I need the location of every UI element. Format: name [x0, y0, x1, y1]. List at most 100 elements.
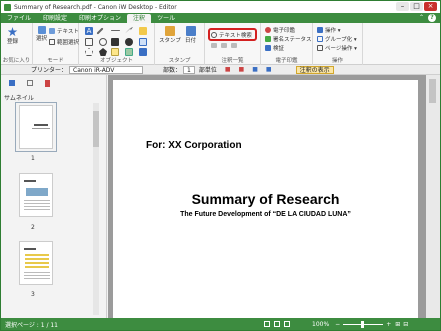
ellipse-icon[interactable]: [99, 38, 107, 46]
help-icon[interactable]: ?: [428, 14, 436, 22]
scrollbar-thumb[interactable]: [93, 111, 99, 147]
printer-select[interactable]: Canon iR-ADV: [69, 65, 144, 74]
group-mode-label: モード: [47, 58, 64, 64]
document-scrollbar[interactable]: [426, 75, 440, 318]
sticky-note-icon[interactable]: [111, 48, 119, 56]
stamp-icon: [164, 26, 175, 36]
digital-seal-button[interactable]: 電子印鑑: [265, 26, 295, 34]
verify-icon: [265, 45, 271, 51]
thumbnail-number: 2: [31, 224, 35, 231]
group-object-label: オブジェクト: [99, 58, 133, 64]
zoom-out-icon[interactable]: −: [335, 321, 340, 328]
zoom-slider[interactable]: [343, 320, 384, 328]
filled-polygon-icon[interactable]: [99, 48, 107, 56]
thumbnail-scrollbar[interactable]: [93, 103, 99, 315]
window-title: Summary of Research.pdf - Canon iW Deskt…: [14, 3, 177, 11]
fit-width-status-icon[interactable]: ⊟: [403, 321, 408, 328]
two-page-icon[interactable]: [274, 321, 281, 327]
editor-window: Summary of Research.pdf - Canon iW Deskt…: [0, 0, 441, 331]
rectangle-icon[interactable]: [85, 38, 93, 46]
polygon-icon[interactable]: [85, 48, 93, 56]
page-ops-icon: [317, 45, 323, 51]
thumbnail-heading-line: [24, 248, 36, 250]
thumbnail-table: [25, 254, 49, 268]
thumbnail-page-2[interactable]: [19, 173, 53, 217]
group-operation-label: 操作: [331, 58, 343, 64]
fit-width-icon[interactable]: ■: [239, 66, 245, 73]
close-button[interactable]: ×: [424, 2, 437, 11]
date-stamp-icon: [185, 26, 196, 36]
text-annotation-icon[interactable]: A: [85, 27, 93, 35]
minimize-button[interactable]: –: [396, 2, 409, 11]
pen-icon[interactable]: [96, 27, 104, 35]
group-object: A オブジェクト: [79, 23, 155, 65]
zoom-in-icon[interactable]: +: [386, 321, 391, 328]
document-page: For: XX Corporation Summary of Research …: [113, 80, 418, 320]
doc-title: Summary of Research: [191, 191, 340, 207]
single-page-icon[interactable]: [264, 321, 271, 327]
zoom-icon[interactable]: ■: [266, 66, 272, 73]
thumbnail-page-3[interactable]: [19, 241, 53, 285]
thumbnail-photo: [26, 188, 48, 196]
maximize-button[interactable]: □: [410, 2, 423, 11]
print-toolbar: プリンター： Canon iR-ADV 部数： 1 部単位 ■ ■ ■ ■ 注釈…: [1, 65, 440, 75]
list-filter-icon[interactable]: [231, 43, 237, 48]
page-ops-button[interactable]: ページ操作 ▾: [317, 44, 357, 52]
image-icon[interactable]: [125, 48, 133, 56]
thumbnail-page-1[interactable]: [19, 105, 53, 149]
operate-button[interactable]: 操作 ▾: [317, 26, 341, 34]
tab-print-options[interactable]: 印刷オプション: [73, 14, 127, 23]
tab-file[interactable]: ファイル: [1, 14, 37, 23]
group-digital-signature: 電子印鑑 署名ステータス 検証 電子印鑑: [261, 23, 313, 65]
filled-rectangle-icon[interactable]: [111, 38, 119, 46]
register-button[interactable]: 登録: [7, 27, 18, 45]
group-button[interactable]: グループ化 ▾: [317, 35, 357, 43]
thumbnails-tab-icon[interactable]: [9, 80, 15, 86]
sort-option[interactable]: 部単位: [199, 65, 217, 74]
group-operation: 操作 ▾ グループ化 ▾ ページ操作 ▾ 操作: [313, 23, 363, 65]
checkmark-icon: [265, 36, 271, 42]
filled-ellipse-icon[interactable]: [125, 38, 133, 46]
highlight-icon[interactable]: [139, 27, 147, 35]
signature-status-button[interactable]: 署名ステータス: [265, 35, 312, 43]
rotate-icon[interactable]: ■: [252, 66, 258, 73]
arrow-icon[interactable]: [125, 27, 133, 34]
list-detail-icon[interactable]: [221, 43, 227, 48]
group-annotation-list-label: 注釈一覧: [221, 58, 244, 64]
doc-for-line: For: XX Corporation: [146, 140, 242, 151]
thumbnail-title-line: [34, 124, 48, 126]
group-icon: [317, 36, 323, 42]
verify-button[interactable]: 検証: [265, 44, 284, 52]
thumbnail-number: 1: [31, 155, 35, 162]
date-button[interactable]: 日付: [185, 26, 196, 44]
zoom-slider-handle[interactable]: [361, 320, 365, 328]
cursor-icon: [37, 26, 46, 34]
print-icon[interactable]: ■: [225, 66, 231, 73]
text-select-button[interactable]: テキスト: [49, 27, 79, 35]
copies-field[interactable]: 1: [183, 65, 195, 74]
select-button[interactable]: 選択: [36, 26, 47, 42]
stamp-button[interactable]: スタンプ: [159, 26, 181, 44]
checked-box-icon[interactable]: [139, 48, 147, 56]
seal-icon: [265, 27, 271, 33]
line-icon[interactable]: [111, 30, 120, 31]
link-icon[interactable]: [139, 38, 147, 46]
collapse-ribbon-icon[interactable]: ⌃: [419, 14, 424, 21]
scrollbar-thumb[interactable]: [429, 79, 436, 103]
document-view: For: XX Corporation Summary of Research …: [108, 75, 426, 320]
fit-page-icon[interactable]: ⊞: [395, 321, 400, 328]
area-select-button[interactable]: 範囲選択: [49, 38, 79, 46]
tab-print-settings[interactable]: 印刷設定: [37, 14, 73, 23]
list-view-icon[interactable]: [211, 43, 217, 48]
doc-subtitle: The Future Development of “DE LA CIUDAD …: [180, 211, 351, 218]
bookmarks-tab-icon[interactable]: [27, 80, 33, 86]
menu-bar: ファイル 印刷設定 印刷オプション 注釈 ツール ⌃ ?: [1, 13, 440, 23]
tab-annotation[interactable]: 注釈: [127, 14, 152, 23]
app-icon: [4, 3, 11, 11]
thumbnail-header: サムネイル: [4, 95, 34, 102]
show-annotations-button[interactable]: 注釈の表示: [295, 65, 334, 74]
tab-tools[interactable]: ツール: [151, 14, 181, 23]
text-search-highlight: [208, 28, 257, 41]
annotations-tab-icon[interactable]: [45, 80, 50, 87]
continuous-icon[interactable]: [284, 321, 291, 327]
